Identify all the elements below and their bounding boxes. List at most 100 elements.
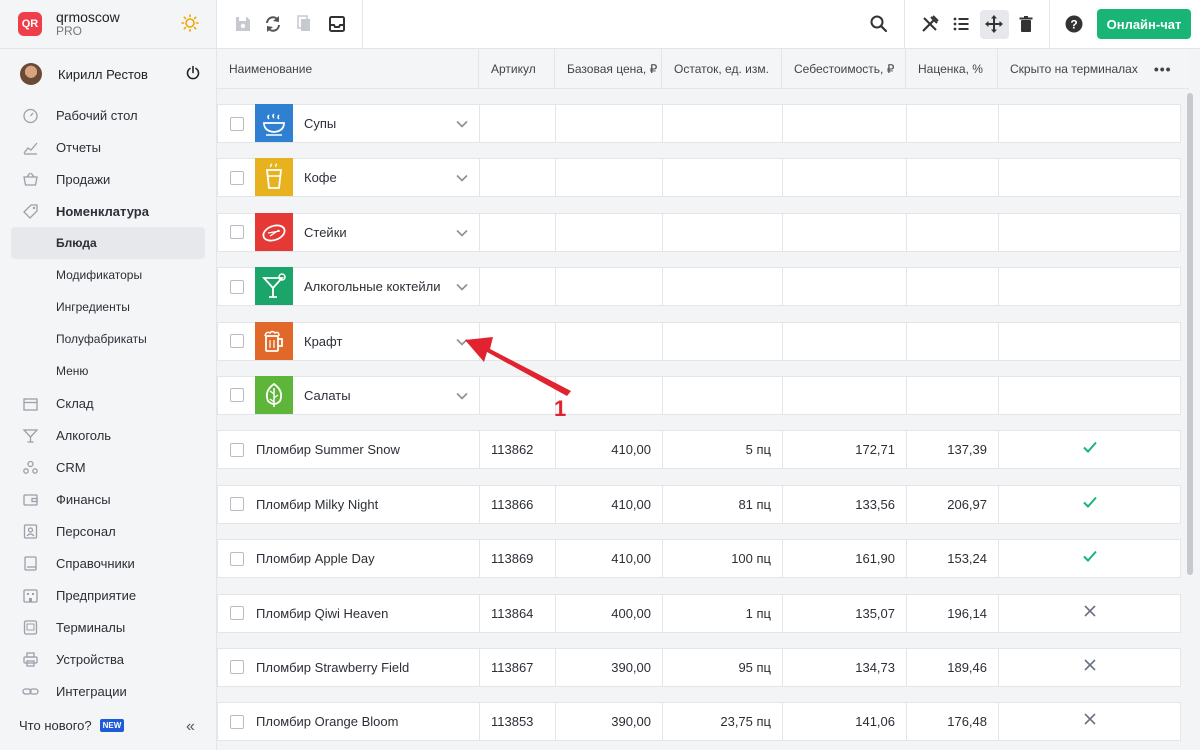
move-icon[interactable] — [984, 14, 1004, 34]
row-checkbox[interactable] — [230, 551, 244, 566]
column-header-name[interactable]: Наименование — [217, 49, 479, 89]
nav-sub-modifiers[interactable]: Модификаторы — [0, 259, 216, 291]
online-chat-button[interactable]: Онлайн-чат — [1097, 9, 1191, 39]
hidden-cell[interactable] — [999, 595, 1180, 632]
nav-item-warehouse[interactable]: Склад — [0, 387, 216, 419]
column-header-cost[interactable]: Себестоимость, ₽ — [782, 49, 906, 89]
nav-item-devices[interactable]: Устройства — [0, 643, 216, 675]
link-icon — [22, 687, 39, 695]
annotation-number: 1 — [554, 396, 567, 421]
nav-item-dashboard[interactable]: Рабочий стол — [0, 99, 216, 131]
tools-icon[interactable] — [920, 14, 940, 34]
trash-icon[interactable] — [1016, 14, 1036, 34]
column-header-stock[interactable]: Остаток, ед. изм. — [662, 49, 782, 89]
nav-item-enterprise[interactable]: Предприятие — [0, 579, 216, 611]
empty-cell — [999, 159, 1180, 196]
nav-label: Терминалы — [56, 619, 126, 635]
table-row[interactable]: Пломбир Strawberry Field 113867 390,00 95 п… — [217, 647, 1181, 687]
category-row[interactable]: Супы — [217, 104, 1181, 143]
hidden-cell[interactable] — [999, 540, 1180, 577]
price-cell: 390,00 — [556, 703, 663, 741]
row-checkbox[interactable] — [230, 497, 244, 512]
collapse-sidebar-icon[interactable]: « — [186, 718, 195, 736]
search-icon[interactable] — [869, 14, 889, 34]
hidden-cell[interactable] — [999, 486, 1180, 523]
help-icon[interactable]: ? — [1064, 14, 1084, 34]
row-checkbox[interactable] — [230, 225, 244, 240]
nav-item-alcohol[interactable]: Алкоголь — [0, 419, 216, 451]
nav-label: Номенклатура — [56, 203, 149, 219]
nav-sub-menu[interactable]: Меню — [0, 355, 216, 387]
user-profile[interactable]: Кирилл Рестов — [0, 49, 216, 99]
stock-cell: 5 пц — [663, 431, 783, 469]
row-checkbox[interactable] — [230, 279, 244, 294]
price-cell: 410,00 — [556, 540, 663, 578]
nav-item-reports[interactable]: Отчеты — [0, 131, 216, 163]
nav-item-sales[interactable]: Продажи — [0, 163, 216, 195]
row-checkbox[interactable] — [230, 442, 244, 457]
chevron-down-icon[interactable] — [455, 280, 469, 294]
copy-icon[interactable] — [294, 14, 314, 34]
chevron-down-icon[interactable] — [455, 226, 469, 240]
power-icon[interactable] — [185, 65, 201, 81]
row-checkbox[interactable] — [230, 714, 244, 729]
cross-icon — [1082, 603, 1098, 624]
list-icon[interactable] — [951, 14, 971, 34]
nav-item-finance[interactable]: Финансы — [0, 483, 216, 515]
chevron-down-icon[interactable] — [455, 335, 469, 349]
theme-toggle-icon[interactable] — [181, 14, 199, 32]
price-cell: 400,00 — [556, 594, 663, 632]
scrollbar[interactable] — [1187, 93, 1193, 575]
nav-item-nomenclature[interactable]: Номенклатура — [0, 195, 216, 227]
category-row[interactable]: Салаты — [217, 375, 1181, 415]
row-checkbox[interactable] — [230, 116, 244, 131]
column-header-sku[interactable]: Артикул — [479, 49, 555, 89]
row-checkbox[interactable] — [230, 334, 244, 349]
chevron-down-icon[interactable] — [455, 117, 469, 131]
chevron-down-icon[interactable] — [455, 171, 469, 185]
item-name: Пломбир Orange Bloom — [256, 714, 399, 730]
brand-logo[interactable]: QR — [18, 12, 42, 36]
nav-item-integrations[interactable]: Интеграции — [0, 675, 216, 707]
column-header-price[interactable]: Базовая цена, ₽ — [555, 49, 662, 89]
column-header-markup[interactable]: Наценка, % — [906, 49, 998, 89]
hidden-cell[interactable] — [999, 703, 1180, 740]
table-row[interactable]: Пломбир Summer Snow 113862 410,00 5 пц 172,7… — [217, 430, 1181, 470]
more-options-icon[interactable]: ••• — [1154, 61, 1172, 77]
nav-item-directories[interactable]: Справочники — [0, 547, 216, 579]
whats-new-link[interactable]: Что нового? NEW — [19, 718, 125, 733]
name-cell: Пломбир Qiwi Heaven — [218, 594, 480, 632]
name-cell: Салаты — [218, 375, 480, 414]
nav-item-staff[interactable]: Персонал — [0, 515, 216, 547]
hidden-cell[interactable] — [999, 431, 1180, 468]
category-row[interactable]: Крафт — [217, 321, 1181, 361]
cost-cell: 135,07 — [783, 594, 907, 632]
empty-cell — [999, 377, 1180, 414]
hidden-cell[interactable] — [999, 649, 1180, 686]
table-row[interactable]: Пломбир Orange Bloom 113853 390,00 23,75 пц… — [217, 702, 1181, 742]
row-checkbox[interactable] — [230, 660, 244, 675]
nav-item-terminals[interactable]: Терминалы — [0, 611, 216, 643]
nav-sub-ingredients[interactable]: Ингредиенты — [0, 291, 216, 323]
nav-sub-semi-finished[interactable]: Полуфабрикаты — [0, 323, 216, 355]
row-checkbox[interactable] — [230, 388, 244, 403]
chevron-down-icon[interactable] — [455, 389, 469, 403]
category-row[interactable]: Стейки — [217, 212, 1181, 252]
toolbar-separator — [904, 0, 905, 49]
cost-cell: 161,90 — [783, 540, 907, 578]
row-checkbox[interactable] — [230, 170, 244, 185]
table-row[interactable]: Пломбир Apple Day 113869 410,00 100 пц 161,9… — [217, 539, 1181, 579]
column-header-hidden[interactable]: Скрыто на терминалах ••• — [998, 49, 1189, 89]
nav-sub-dishes[interactable]: Блюда — [11, 227, 205, 259]
save-icon[interactable] — [233, 14, 253, 34]
main-nav: Рабочий стол Отчеты Продажи Номенклатура… — [0, 99, 216, 707]
inbox-icon[interactable] — [327, 14, 347, 34]
refresh-icon[interactable] — [263, 14, 283, 34]
category-row[interactable]: Алкогольные коктейли — [217, 267, 1181, 307]
table-row[interactable]: Пломбир Qiwi Heaven 113864 400,00 1 пц 135,0… — [217, 593, 1181, 633]
category-row[interactable]: Кофе — [217, 158, 1181, 198]
row-checkbox[interactable] — [230, 606, 244, 621]
table-row[interactable]: Пломбир Milky Night 113866 410,00 81 пц 133,… — [217, 484, 1181, 524]
nav-item-crm[interactable]: CRM — [0, 451, 216, 483]
item-name: Пломбир Apple Day — [256, 551, 375, 567]
